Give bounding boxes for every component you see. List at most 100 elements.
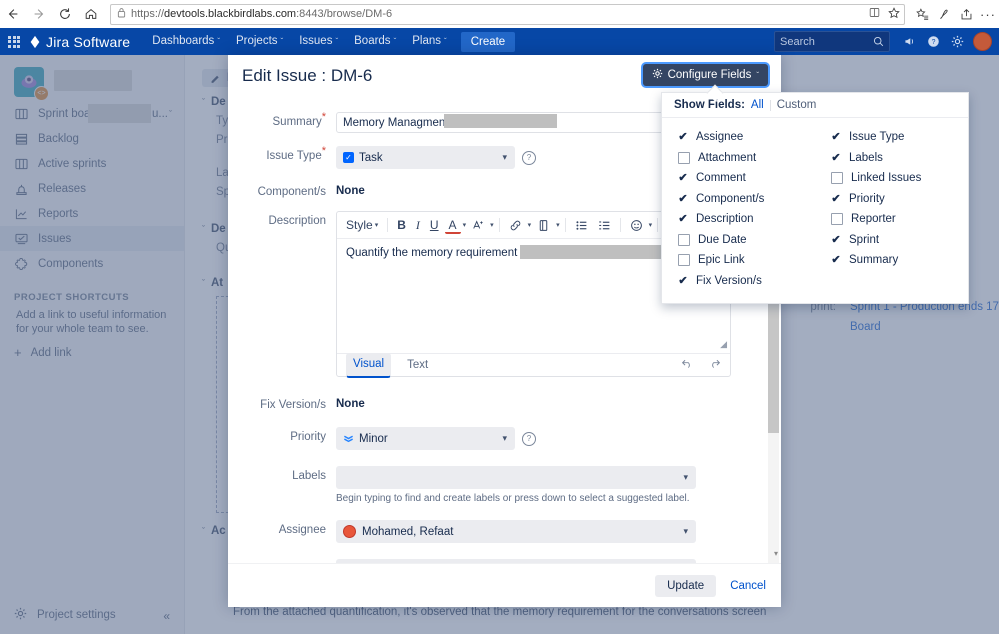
web-notes-icon[interactable] bbox=[933, 3, 955, 25]
checked-checkbox-icon[interactable]: ✔ bbox=[831, 193, 841, 204]
underline-button[interactable]: U bbox=[426, 216, 443, 234]
cancel-button[interactable]: Cancel bbox=[730, 580, 766, 592]
more-ellipsis-icon[interactable]: ··· bbox=[977, 3, 999, 25]
field-toggle-component-s[interactable]: ✔ Component/s bbox=[662, 189, 815, 210]
show-fields-all[interactable]: All bbox=[751, 99, 764, 111]
unchecked-checkbox-icon[interactable] bbox=[678, 254, 690, 267]
favorites-add-icon[interactable] bbox=[911, 3, 933, 25]
configure-fields-button[interactable]: Configure Fields ˇ bbox=[642, 64, 768, 86]
chevron-down-icon[interactable]: ▾ bbox=[556, 221, 560, 229]
field-toggle-attachment[interactable]: Attachment bbox=[662, 148, 815, 169]
checked-checkbox-icon[interactable]: ✔ bbox=[831, 255, 841, 266]
labels-label: Labels bbox=[292, 470, 326, 482]
field-toggle-reporter[interactable]: Reporter bbox=[815, 209, 968, 230]
reading-view-icon[interactable] bbox=[869, 7, 880, 21]
unchecked-checkbox-icon[interactable] bbox=[678, 233, 690, 246]
resize-handle-icon[interactable]: ◢ bbox=[720, 339, 727, 350]
assignee-select[interactable]: Mohamed, Refaat ▾ bbox=[336, 520, 696, 543]
field-toggle-label: Comment bbox=[696, 172, 746, 185]
field-toggle-assignee[interactable]: ✔ Assignee bbox=[662, 127, 815, 148]
issue-type-label: Issue Type* bbox=[266, 145, 326, 162]
jira-logo-text: Jira Software bbox=[46, 33, 131, 50]
nav-boards[interactable]: Boards ˇ bbox=[346, 28, 404, 55]
field-toggle-comment[interactable]: ✔ Comment bbox=[662, 168, 815, 189]
priority-select[interactable]: Minor ▾ bbox=[336, 427, 515, 450]
nav-plans-label: Plans bbox=[412, 35, 442, 47]
help-icon[interactable]: ? bbox=[922, 31, 944, 53]
back-arrow-icon[interactable] bbox=[0, 1, 26, 27]
redo-icon[interactable] bbox=[708, 358, 721, 372]
issue-type-select[interactable]: ✓ Task ▾ bbox=[336, 146, 515, 169]
attachment-icon[interactable] bbox=[533, 217, 554, 234]
unchecked-checkbox-icon[interactable] bbox=[831, 172, 843, 185]
italic-button[interactable]: I bbox=[412, 216, 424, 235]
more-text-format-icon[interactable] bbox=[468, 217, 488, 233]
checked-checkbox-icon[interactable]: ✔ bbox=[678, 214, 688, 225]
bullet-list-icon[interactable] bbox=[571, 217, 592, 234]
field-toggle-linked-issues[interactable]: Linked Issues bbox=[815, 168, 968, 189]
numbered-list-icon[interactable] bbox=[594, 217, 615, 234]
field-toggle-epic-link[interactable]: Epic Link bbox=[662, 250, 815, 271]
style-dropdown[interactable]: Style ▾ bbox=[342, 216, 382, 234]
checked-checkbox-icon[interactable]: ✔ bbox=[678, 193, 688, 204]
configure-fields-dropdown: Show Fields: All Custom ✔ Assignee Attachm… bbox=[661, 84, 969, 304]
field-toggle-fix-version-s[interactable]: ✔ Fix Version/s bbox=[662, 271, 815, 292]
unchecked-checkbox-icon[interactable] bbox=[831, 213, 843, 226]
star-icon[interactable] bbox=[888, 6, 900, 22]
nav-dashboards[interactable]: Dashboards ˇ bbox=[144, 28, 228, 55]
help-icon[interactable]: ? bbox=[522, 150, 536, 165]
home-icon[interactable] bbox=[78, 1, 104, 27]
editor-history-group bbox=[681, 358, 721, 372]
checked-checkbox-icon[interactable]: ✔ bbox=[831, 132, 841, 143]
text-color-button[interactable]: A bbox=[444, 216, 461, 234]
field-toggle-labels[interactable]: ✔ Labels bbox=[815, 148, 968, 169]
tab-visual[interactable]: Visual bbox=[346, 352, 392, 378]
checked-checkbox-icon[interactable]: ✔ bbox=[831, 234, 841, 245]
announcement-icon[interactable] bbox=[898, 31, 920, 53]
checked-checkbox-icon[interactable]: ✔ bbox=[678, 173, 688, 184]
show-fields-custom[interactable]: Custom bbox=[777, 99, 817, 111]
settings-gear-icon[interactable] bbox=[946, 31, 968, 53]
checked-checkbox-icon[interactable]: ✔ bbox=[678, 275, 688, 286]
chevron-down-icon[interactable]: ▾ bbox=[490, 221, 494, 229]
checked-checkbox-icon[interactable]: ✔ bbox=[678, 132, 688, 143]
emoji-icon[interactable] bbox=[626, 217, 647, 234]
field-toggle-priority[interactable]: ✔ Priority bbox=[815, 189, 968, 210]
divider bbox=[619, 218, 621, 232]
address-bar[interactable]: https://devtools.blackbirdlabs.com:8443/… bbox=[110, 3, 905, 25]
nav-projects[interactable]: Projects ˇ bbox=[228, 28, 291, 55]
create-button[interactable]: Create bbox=[460, 31, 516, 52]
avatar[interactable] bbox=[973, 32, 992, 51]
tab-text[interactable]: Text bbox=[407, 359, 428, 372]
jira-logo[interactable]: Jira Software bbox=[28, 34, 130, 50]
nav-plans[interactable]: Plans ˇ bbox=[404, 28, 454, 55]
unchecked-checkbox-icon[interactable] bbox=[678, 151, 690, 164]
field-column-right: ✔ Issue Type ✔ Labels Linked Issues ✔ Priority… bbox=[815, 127, 968, 291]
fix-versions-value: None bbox=[336, 398, 365, 410]
scroll-down-arrow-icon[interactable]: ▾ bbox=[774, 549, 778, 558]
labels-select[interactable]: ▾ bbox=[336, 466, 696, 489]
field-toggle-issue-type[interactable]: ✔ Issue Type bbox=[815, 127, 968, 148]
bold-button[interactable]: B bbox=[393, 216, 410, 234]
field-toggle-sprint[interactable]: ✔ Sprint bbox=[815, 230, 968, 251]
field-toggle-description[interactable]: ✔ Description bbox=[662, 209, 815, 230]
chevron-down-icon: ˇ bbox=[393, 37, 397, 46]
forward-arrow-icon[interactable] bbox=[26, 1, 52, 27]
help-icon[interactable]: ? bbox=[522, 431, 536, 446]
checked-checkbox-icon[interactable]: ✔ bbox=[831, 152, 841, 163]
search-input[interactable]: Search bbox=[774, 31, 890, 52]
field-toggle-due-date[interactable]: Due Date bbox=[662, 230, 815, 251]
link-icon[interactable] bbox=[505, 217, 526, 234]
chevron-down-icon[interactable]: ▾ bbox=[528, 221, 532, 229]
refresh-icon[interactable] bbox=[52, 1, 78, 27]
nav-dashboards-label: Dashboards bbox=[152, 35, 215, 47]
update-button[interactable]: Update bbox=[655, 574, 717, 597]
chevron-down-icon[interactable]: ▾ bbox=[463, 221, 467, 229]
field-toggle-label: Description bbox=[696, 213, 754, 226]
undo-icon[interactable] bbox=[681, 358, 694, 372]
field-toggle-summary[interactable]: ✔ Summary bbox=[815, 250, 968, 271]
chevron-down-icon[interactable]: ▾ bbox=[649, 221, 653, 229]
share-icon[interactable] bbox=[955, 3, 977, 25]
app-switcher-icon[interactable] bbox=[0, 28, 28, 55]
nav-issues[interactable]: Issues ˇ bbox=[291, 28, 346, 55]
